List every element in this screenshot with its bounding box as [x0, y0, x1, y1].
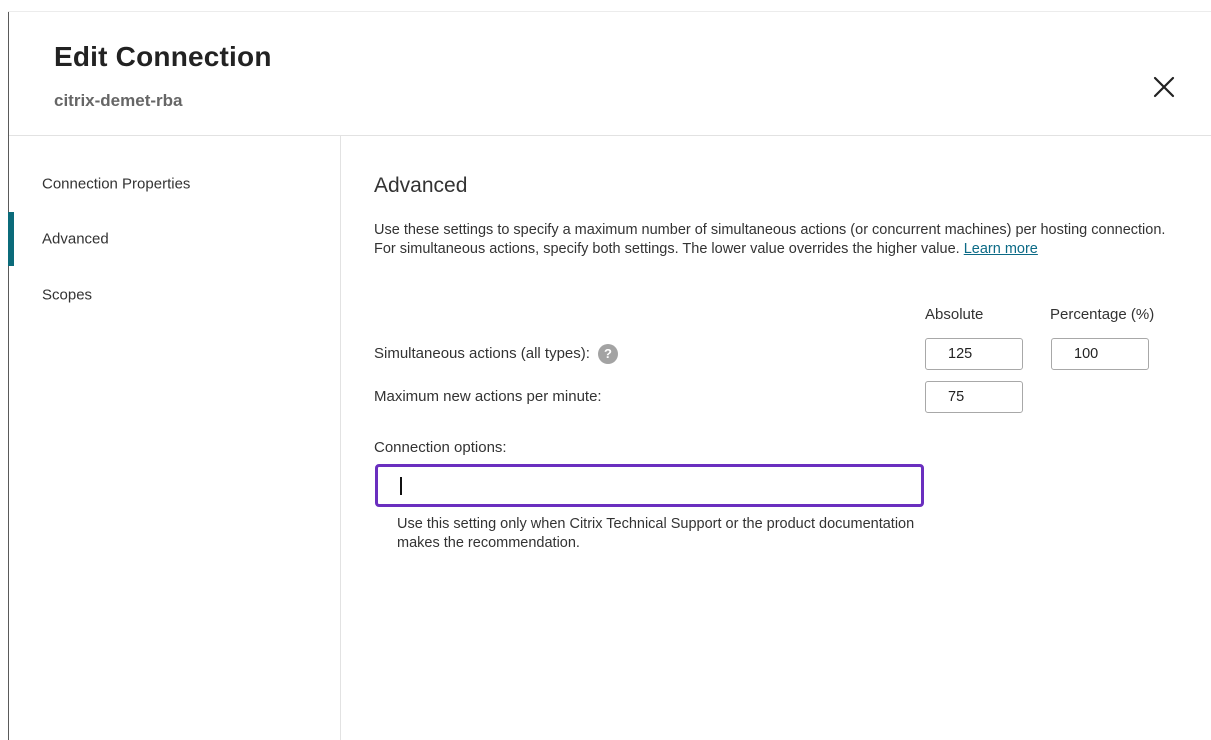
- simultaneous-actions-text: Simultaneous actions (all types):: [374, 344, 590, 362]
- sidebar-nav: Connection Properties Advanced Scopes: [8, 136, 341, 740]
- advanced-panel: Advanced Use these settings to specify a…: [341, 136, 1211, 740]
- close-x-icon: [1153, 76, 1175, 98]
- connection-options-label: Connection options:: [374, 439, 507, 456]
- close-button[interactable]: [1149, 72, 1179, 102]
- column-header-percentage: Percentage (%): [1050, 306, 1155, 323]
- description-text: Use these settings to specify a maximum …: [374, 221, 1184, 259]
- sidebar-item-advanced[interactable]: Advanced: [8, 212, 340, 266]
- sidebar-item-scopes[interactable]: Scopes: [9, 268, 340, 322]
- description-body: Use these settings to specify a maximum …: [374, 222, 1166, 257]
- sidebar-item-label: Scopes: [42, 286, 93, 304]
- dialog-title: Edit Connection: [54, 41, 272, 72]
- connection-options-hint: Use this setting only when Citrix Techni…: [397, 516, 915, 551]
- connection-options-input[interactable]: [375, 464, 924, 507]
- per-minute-absolute-input[interactable]: [925, 381, 1023, 413]
- dialog-header: Edit Connection citrix-demet-rba: [9, 12, 1211, 136]
- learn-more-link[interactable]: Learn more: [964, 241, 1038, 257]
- column-header-absolute: Absolute: [925, 306, 984, 323]
- simultaneous-actions-label: Simultaneous actions (all types):?: [374, 344, 618, 364]
- dialog-subtitle: citrix-demet-rba: [54, 91, 183, 110]
- sidebar-item-label: Advanced: [42, 230, 109, 248]
- question-help-icon[interactable]: ?: [597, 344, 618, 364]
- section-title: Advanced: [374, 174, 468, 197]
- edit-connection-dialog: Edit Connection citrix-demet-rba Connect…: [0, 0, 1211, 740]
- per-minute-label: Maximum new actions per minute:: [374, 388, 602, 405]
- text-caret: [400, 477, 402, 495]
- simultaneous-absolute-input[interactable]: [925, 338, 1023, 370]
- sidebar-item-connection-properties[interactable]: Connection Properties: [9, 157, 340, 211]
- simultaneous-percentage-input[interactable]: [1051, 338, 1149, 370]
- sidebar-item-label: Connection Properties: [42, 175, 191, 193]
